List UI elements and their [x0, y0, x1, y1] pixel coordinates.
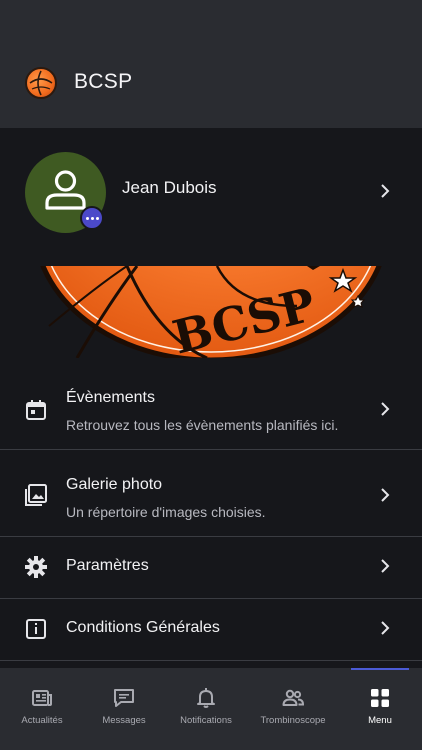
menu-item-galerie-photo[interactable]: Galerie photo Un répertoire d'images cho… — [0, 450, 422, 537]
news-icon — [32, 690, 52, 706]
chevron-right-icon — [381, 402, 390, 416]
menu-item-title: Paramètres — [66, 557, 149, 574]
menu-item-subtitle: Retrouvez tous les évènements planifiés … — [66, 417, 339, 433]
gear-icon — [25, 556, 47, 578]
grid-icon — [371, 689, 389, 707]
tab-menu[interactable]: Menu — [338, 668, 422, 750]
bottom-navigation: Actualités Messages Notifications Trombi… — [0, 668, 422, 750]
chevron-right-icon — [381, 488, 390, 502]
profile-row[interactable]: Jean Dubois — [0, 128, 422, 256]
tab-messages[interactable]: Messages — [82, 668, 166, 750]
tab-actualites[interactable]: Actualités — [0, 668, 84, 750]
menu-item-title: Évènements — [66, 389, 155, 406]
tab-label: Actualités — [21, 715, 63, 726]
chevron-right-icon — [381, 621, 390, 635]
tab-notifications[interactable]: Notifications — [164, 668, 248, 750]
tab-trombinoscope[interactable]: Trombinoscope — [251, 668, 335, 750]
profile-name: Jean Dubois — [122, 178, 217, 197]
more-dots-icon[interactable] — [80, 206, 104, 230]
chat-icon — [114, 689, 134, 707]
menu-item-subtitle: Un répertoire d'images choisies. — [66, 504, 266, 520]
chevron-right-icon — [381, 559, 390, 573]
club-banner-image: BCSP — [37, 266, 385, 358]
tab-label: Menu — [368, 715, 392, 726]
app-title: BCSP — [74, 70, 133, 93]
menu-item-parametres[interactable]: Paramètres — [0, 537, 422, 599]
menu-item-evenements[interactable]: Évènements Retrouvez tous les évènements… — [0, 372, 422, 450]
app-logo — [25, 67, 57, 99]
chevron-right-icon — [381, 184, 390, 198]
photo-gallery-icon — [25, 484, 47, 506]
people-icon — [282, 689, 304, 706]
tab-label: Trombinoscope — [260, 715, 326, 726]
tab-label: Messages — [102, 715, 146, 726]
user-icon — [45, 170, 86, 210]
bell-icon — [197, 688, 215, 708]
menu-item-title: Conditions Générales — [66, 619, 220, 636]
tab-label: Notifications — [180, 715, 232, 726]
calendar-icon — [26, 400, 46, 420]
menu-item-conditions-generales[interactable]: Conditions Générales — [0, 599, 422, 661]
info-icon — [26, 619, 46, 639]
app-header: BCSP — [0, 0, 422, 128]
menu-item-title: Galerie photo — [66, 476, 163, 493]
